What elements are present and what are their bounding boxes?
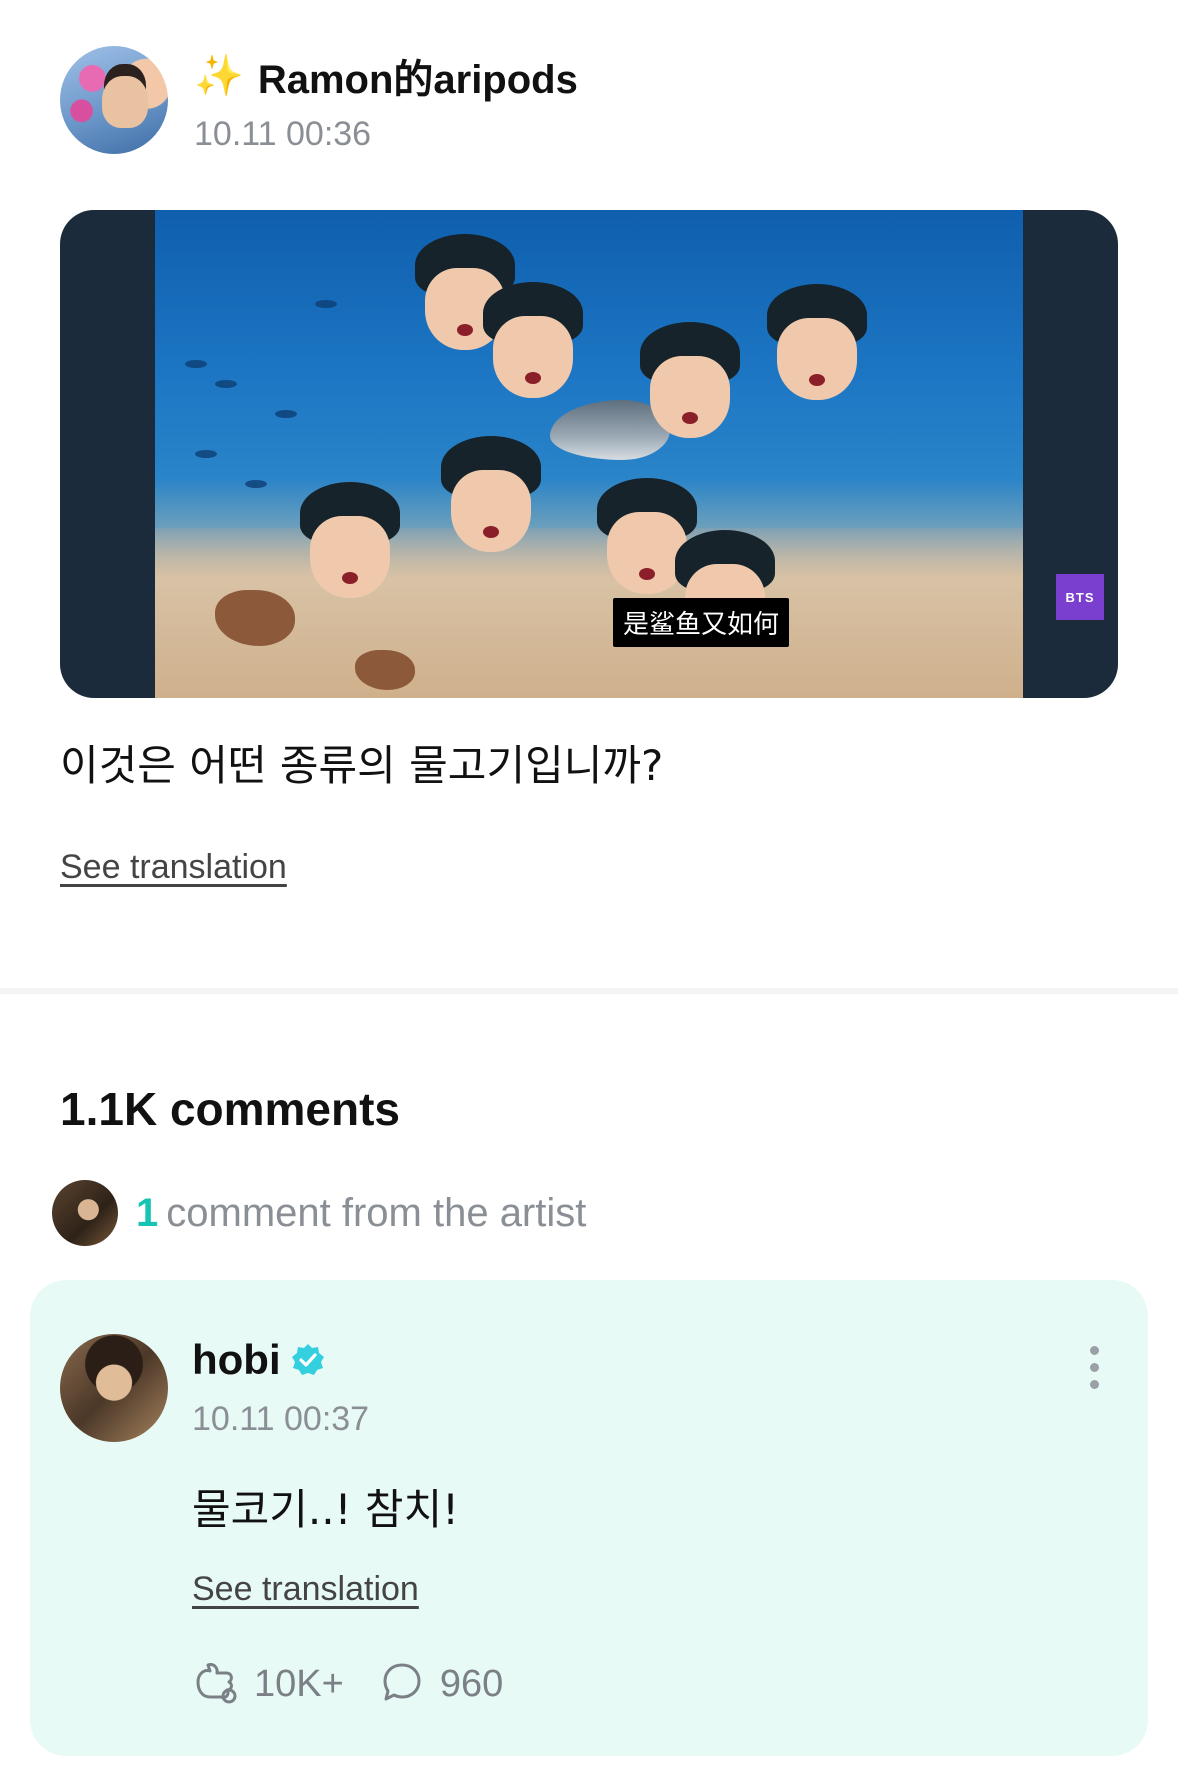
artist-comment-summary[interactable]: 1 comment from the artist [52, 1180, 586, 1246]
artist-summary-label: 1 comment from the artist [136, 1191, 586, 1236]
artist-see-translation-row: See translation [192, 1570, 419, 1609]
reply-count: 960 [439, 1663, 504, 1705]
author-name-row[interactable]: ✨ Ramon的aripods [194, 47, 578, 105]
artist-avatar-small [52, 1180, 118, 1246]
artist-comment-count: 1 [136, 1190, 159, 1235]
see-translation-link[interactable]: See translation [60, 848, 287, 886]
like-count: 10K+ [254, 1663, 344, 1705]
artist-see-translation-link[interactable]: See translation [192, 1570, 419, 1608]
post-media[interactable]: 是鲨鱼又如何 BTS [60, 210, 1118, 698]
artist-name-row[interactable]: hobi [192, 1336, 327, 1384]
artist-name[interactable]: hobi [192, 1336, 281, 1384]
artist-summary-text: comment from the artist [166, 1190, 587, 1235]
face-sticker [767, 284, 867, 402]
comment-bubble-icon [380, 1660, 424, 1709]
like-button[interactable]: 10K+ [192, 1660, 344, 1709]
author-avatar[interactable] [60, 46, 168, 154]
section-divider [0, 988, 1178, 994]
artist-comment-timestamp: 10.11 00:37 [192, 1400, 370, 1438]
fish-shape [215, 380, 237, 388]
underwater-scene-image: 是鲨鱼又如何 [155, 210, 1023, 698]
author-meta: ✨ Ramon的aripods 10.11 00:36 [194, 47, 578, 154]
post-see-translation-row: See translation [60, 848, 287, 887]
verified-badge-icon [289, 1341, 327, 1379]
artist-comment-text: 물코기..! 참치! [192, 1485, 459, 1534]
artist-comment-card: hobi 10.11 00:37 물코기..! 참치! See translat… [30, 1280, 1148, 1756]
like-icon [192, 1660, 238, 1709]
comment-actions: 10K+ 960 [192, 1660, 539, 1709]
post-timestamp: 10.11 00:36 [194, 114, 372, 153]
face-sticker [640, 322, 740, 440]
reply-button[interactable]: 960 [380, 1660, 503, 1709]
author-name[interactable]: Ramon的aripods [258, 47, 578, 105]
bts-badge: BTS [1056, 574, 1104, 620]
video-caption: 是鲨鱼又如何 [613, 598, 790, 647]
face-sticker [300, 482, 400, 600]
comments-title: 1.1K comments [60, 1083, 401, 1135]
fish-shape [315, 300, 337, 308]
post-header: ✨ Ramon的aripods 10.11 00:36 [60, 46, 578, 154]
more-options-icon[interactable] [1086, 1346, 1102, 1394]
face-sticker [483, 282, 583, 400]
fish-shape [245, 480, 267, 488]
face-sticker [441, 436, 541, 554]
post-text: 이것은 어떤 종류의 물고기입니까? [60, 741, 664, 790]
fish-shape [195, 450, 217, 458]
fish-shape [275, 410, 297, 418]
artist-avatar[interactable] [60, 1334, 168, 1442]
fish-shape [185, 360, 207, 368]
sparkles-icon: ✨ [194, 54, 244, 98]
